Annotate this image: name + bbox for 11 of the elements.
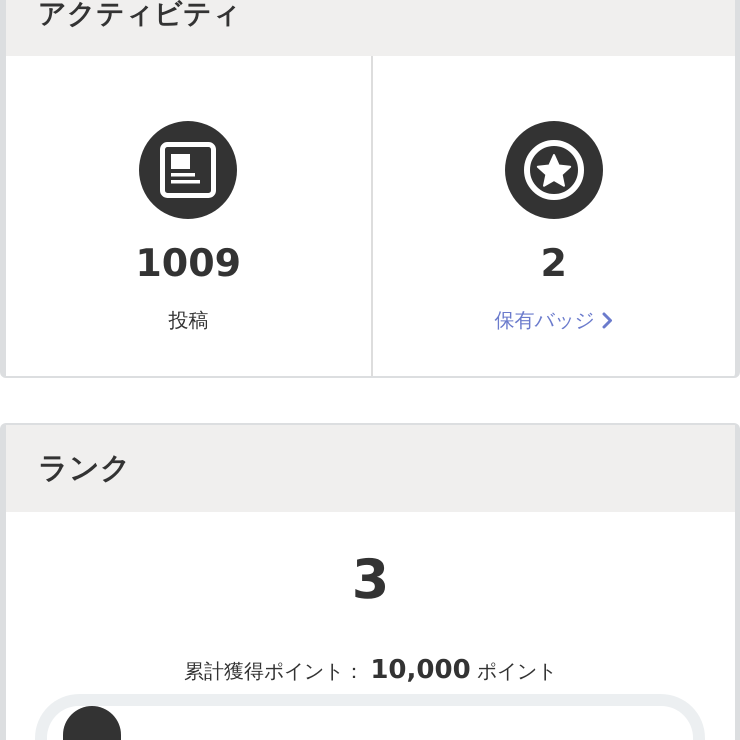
card-title: アクティビティ xyxy=(38,0,241,28)
stat-count: 1009 xyxy=(135,241,242,285)
stat-label: 投稿 xyxy=(168,307,208,334)
document-icon xyxy=(139,121,238,219)
card-title: ランク xyxy=(38,454,131,484)
points-total: 累計獲得ポイント： 10,000 ポイント xyxy=(184,655,558,686)
chevron-right-icon xyxy=(602,312,614,328)
rank-number: 3 xyxy=(352,550,390,610)
star-badge-icon xyxy=(504,121,603,219)
stat-count: 2 xyxy=(540,241,567,285)
badges-link[interactable]: 保有バッジ xyxy=(494,306,614,334)
